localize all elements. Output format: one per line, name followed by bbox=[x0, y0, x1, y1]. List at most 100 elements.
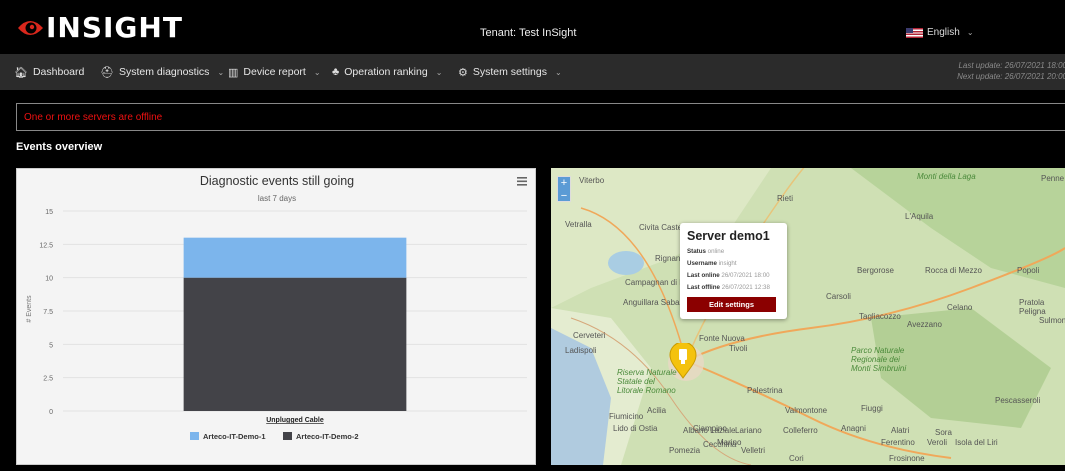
map-place-label: Lido di Ostia bbox=[613, 424, 658, 433]
users-icon: ♣ bbox=[332, 66, 340, 78]
chevron-down-icon: ⌄ bbox=[966, 28, 974, 37]
map-place-label: Popoli bbox=[1017, 266, 1040, 275]
popup-last-online: Last online 26/07/2021 18:00 bbox=[687, 272, 770, 279]
map-place-label: Ladispoli bbox=[565, 346, 597, 355]
map-place-label: Velletri bbox=[741, 446, 766, 455]
bar-chart-icon: ▥ bbox=[228, 66, 239, 79]
map-place-label: Pescasseroli bbox=[995, 396, 1041, 405]
language-selector[interactable]: English ⌄ bbox=[906, 27, 974, 38]
nav-label: System diagnostics bbox=[118, 66, 210, 78]
top-header: INSIGHT Tenant: Test InSight English ⌄ bbox=[0, 0, 1065, 54]
map-place-label: Sulmona bbox=[1039, 316, 1065, 325]
logo-icon bbox=[18, 21, 43, 35]
nav-label: System settings bbox=[472, 66, 547, 78]
map-place-label: Fiumicino bbox=[609, 412, 644, 421]
map-place-label: Colleferro bbox=[783, 426, 818, 435]
edit-settings-button[interactable]: Edit settings bbox=[687, 297, 776, 312]
map-place-label: Sora bbox=[935, 428, 952, 437]
y-axis-label: # Events bbox=[26, 295, 33, 323]
map-place-label: Tagliacozzo bbox=[859, 312, 901, 321]
map-place-label: Acilia bbox=[647, 406, 667, 415]
section-title: Events overview bbox=[16, 141, 103, 153]
server-map[interactable]: + − Viterbo Rieti L'Aquila Vetralla Civita C… bbox=[551, 168, 1065, 465]
popup-last-offline: Last offline 26/07/2021 12:38 bbox=[687, 284, 770, 291]
legend-swatch[interactable] bbox=[190, 432, 199, 440]
map-place-label: Cerveteri bbox=[573, 331, 606, 340]
map-place-label: Veroli bbox=[927, 438, 948, 447]
home-icon: 🏠︎ bbox=[14, 66, 28, 79]
y-tick-label: 7.5 bbox=[43, 309, 53, 316]
map-place-label: Celano bbox=[947, 303, 973, 312]
map-zoom-controls: + − bbox=[557, 176, 571, 202]
map-place-label: Isola del Liri bbox=[955, 438, 998, 447]
legend-item[interactable]: Arteco-IT-Demo-1 bbox=[203, 432, 266, 441]
zoom-in-button[interactable]: + bbox=[558, 177, 570, 190]
server-popup: Server demo1 Status online Username insi… bbox=[680, 223, 787, 319]
y-tick-label: 0 bbox=[49, 409, 53, 416]
map-place-label: Penne bbox=[1041, 174, 1065, 183]
nav-dashboard[interactable]: 🏠︎ Dashboard bbox=[14, 54, 84, 90]
map-place-label: Valmontone bbox=[785, 406, 828, 415]
legend-swatch[interactable] bbox=[283, 432, 292, 440]
last-update: Last update: 26/07/2021 18:00 bbox=[958, 61, 1065, 70]
map-place-label: Cecchina bbox=[703, 440, 737, 449]
medkit-icon: ⛑︎ bbox=[100, 66, 114, 79]
chevron-down-icon: ⌄ bbox=[217, 67, 225, 77]
map-place-label: Frosinone bbox=[889, 454, 925, 463]
nav-system-settings[interactable]: ⚙ System settings ⌄ bbox=[458, 54, 562, 90]
main-navbar: 🏠︎ Dashboard ⛑︎ System diagnostics ⌄ ▥ D… bbox=[0, 54, 1065, 90]
server-marker-icon[interactable] bbox=[669, 343, 697, 379]
next-update: Next update: 26/07/2021 20:00 bbox=[957, 72, 1065, 81]
map-place-label: Viterbo bbox=[579, 176, 605, 185]
y-tick-label: 5 bbox=[49, 342, 53, 349]
chevron-down-icon: ⌄ bbox=[313, 67, 321, 77]
map-place-label: L'Aquila bbox=[905, 212, 934, 221]
y-tick-label: 12.5 bbox=[39, 242, 53, 249]
map-place-label: Cori bbox=[789, 454, 804, 463]
chart-menu-icon[interactable] bbox=[517, 177, 527, 186]
bar-arteco-it-demo-1[interactable] bbox=[183, 237, 407, 278]
offline-alert: One or more servers are offline bbox=[16, 103, 1065, 131]
language-label: English bbox=[927, 27, 960, 38]
y-tick-label: 10 bbox=[45, 276, 53, 283]
map-place-label: Civita Caste bbox=[639, 223, 683, 232]
nav-device-report[interactable]: ▥ Device report ⌄ bbox=[228, 54, 321, 90]
map-place-label: Rieti bbox=[777, 194, 794, 203]
chevron-down-icon: ⌄ bbox=[435, 67, 443, 77]
cogs-icon: ⚙ bbox=[458, 66, 468, 79]
zoom-out-button[interactable]: − bbox=[558, 190, 570, 203]
map-place-label: Tivoli bbox=[729, 344, 748, 353]
map-place-label: Carsoli bbox=[826, 292, 851, 301]
nav-label: Dashboard bbox=[32, 66, 85, 78]
map-place-label: Riserva Naturale Statale del Litorale Ro… bbox=[617, 368, 677, 395]
x-tick-label[interactable]: Unplugged Cable bbox=[266, 417, 324, 424]
map-place-label: Albano Laziale bbox=[683, 426, 736, 435]
popup-username: Username insight bbox=[687, 260, 737, 267]
nav-operation-ranking[interactable]: ♣ Operation ranking ⌄ bbox=[332, 54, 442, 90]
map-place-label: Parco Naturale Regionale dei Monti Simbr… bbox=[851, 346, 907, 373]
map-place-label: Rignan bbox=[655, 254, 681, 263]
map-place-label: Bergorose bbox=[857, 266, 894, 275]
us-flag-icon bbox=[906, 27, 923, 38]
map-place-label: Avezzano bbox=[907, 320, 942, 329]
nav-label: Operation ranking bbox=[344, 66, 428, 78]
legend-item[interactable]: Arteco-IT-Demo-2 bbox=[296, 432, 359, 441]
map-place-label: Vetralla bbox=[565, 220, 592, 229]
diagnostic-chart-panel: Diagnostic events still going last 7 day… bbox=[16, 168, 536, 465]
chevron-down-icon: ⌄ bbox=[555, 67, 562, 77]
map-place-label: Monti della Laga bbox=[917, 172, 976, 181]
logo-text: INSIGHT bbox=[46, 11, 183, 44]
nav-label: Device report bbox=[243, 66, 306, 78]
bar-arteco-it-demo-2[interactable] bbox=[183, 277, 407, 411]
map-place-label: Rocca di Mezzo bbox=[925, 266, 982, 275]
map-place-label: Palestrina bbox=[747, 386, 783, 395]
nav-system-diagnostics[interactable]: ⛑︎ System diagnostics ⌄ bbox=[100, 54, 224, 90]
app-logo[interactable]: INSIGHT bbox=[16, 14, 183, 42]
map-place-label: Ferentino bbox=[881, 438, 915, 447]
map-place-label: Fiuggi bbox=[861, 404, 883, 413]
alert-text: One or more servers are offline bbox=[24, 112, 163, 123]
map-place-label: Fonte Nuova bbox=[699, 334, 745, 343]
map-place-label: Lariano bbox=[735, 426, 762, 435]
popup-status: Status online bbox=[687, 248, 725, 255]
tenant-label: Tenant: Test InSight bbox=[480, 27, 577, 39]
